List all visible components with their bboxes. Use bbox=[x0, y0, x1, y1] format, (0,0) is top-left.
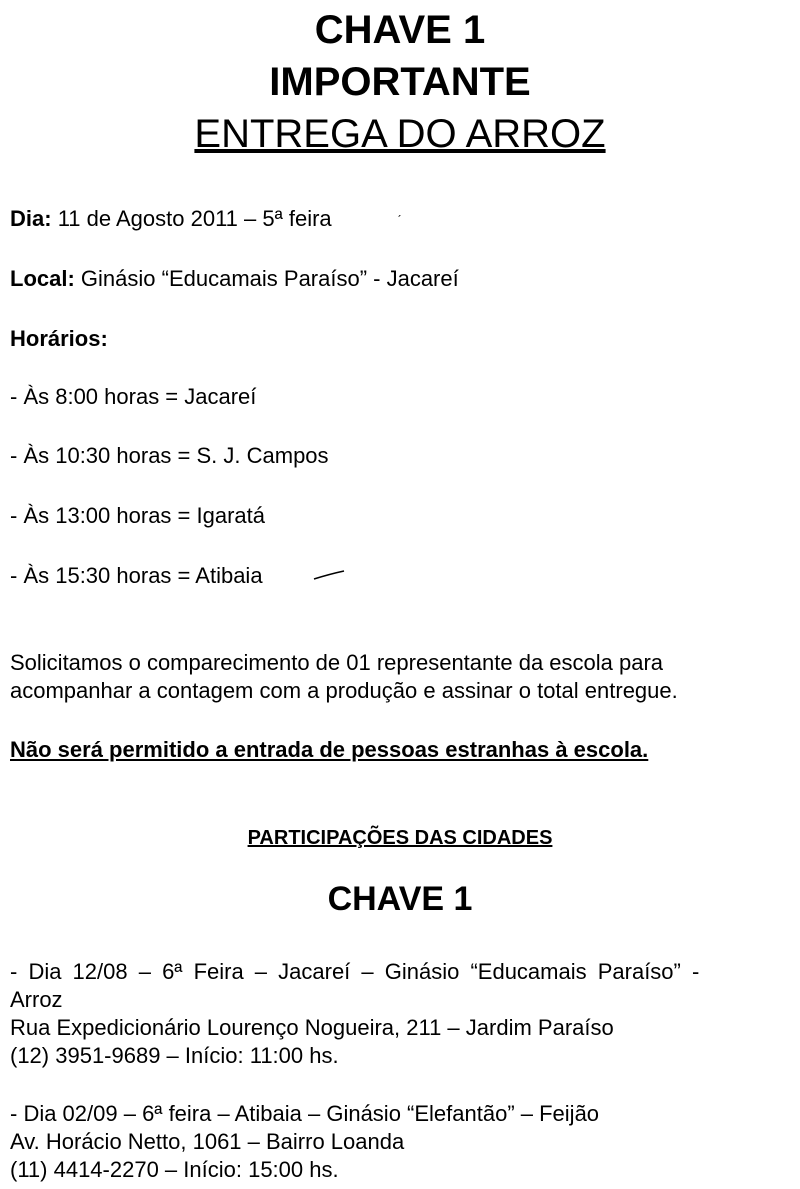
pen-stroke bbox=[313, 570, 345, 580]
local-row: Local: Ginásio “Educamais Paraíso” - Jac… bbox=[10, 266, 459, 292]
dia-label: Dia: bbox=[10, 206, 52, 231]
notice-warning: Não será permitido a entrada de pessoas … bbox=[10, 737, 649, 762]
header-line-entrega: ENTREGA DO ARROZ bbox=[194, 112, 606, 156]
horario-item: - Às 10:30 horas = S. J. Campos bbox=[10, 443, 329, 468]
dia-row: Dia: 11 de Agosto 2011 – 5ª feira bbox=[10, 206, 332, 232]
participacoes-title: PARTICIPAÇÕES DAS CIDADES bbox=[247, 827, 553, 849]
notice-line-1: Solicitamos o comparecimento de 01 repre… bbox=[10, 650, 664, 675]
participacoes-subtitle: CHAVE 1 bbox=[327, 880, 473, 918]
entry-1-line-4: (12) 3951-9689 – Início: 11:00 hs. bbox=[10, 1043, 339, 1068]
header-line-importante: IMPORTANTE bbox=[269, 60, 531, 104]
horarios-label: Horários: bbox=[10, 326, 108, 351]
horario-item: - Às 8:00 horas = Jacareí bbox=[10, 384, 257, 409]
notice-line-2: acompanhar a contagem com a produção e a… bbox=[10, 678, 678, 703]
entry-2-line-3: (11) 4414-2270 – Início: 15:00 hs. bbox=[10, 1157, 339, 1182]
local-label: Local: bbox=[10, 266, 75, 291]
horario-item: - Às 13:00 horas = Igaratá bbox=[10, 503, 265, 528]
entry-2-line-1: - Dia 02/09 – 6ª feira – Atibaia – Ginás… bbox=[10, 1101, 600, 1126]
entry-1-line-1: - Dia 12/08 – 6ª Feira – Jacareí – Ginás… bbox=[10, 959, 700, 984]
entry-2-line-2: Av. Horácio Netto, 1061 – Bairro Loanda bbox=[10, 1129, 405, 1154]
horarios-row: Horários: bbox=[10, 326, 108, 352]
pen-mark: ˊ bbox=[397, 212, 402, 228]
entry-1-line-2: Arroz bbox=[10, 987, 63, 1012]
entry-1-line-3: Rua Expedicionário Lourenço Nogueira, 21… bbox=[10, 1015, 614, 1040]
local-value: Ginásio “Educamais Paraíso” - Jacareí bbox=[80, 266, 459, 291]
header-line-chave: CHAVE 1 bbox=[314, 8, 486, 52]
horario-item: - Às 15:30 horas = Atibaia bbox=[10, 563, 263, 588]
dia-value: 11 de Agosto 2011 – 5ª feira bbox=[57, 206, 332, 231]
